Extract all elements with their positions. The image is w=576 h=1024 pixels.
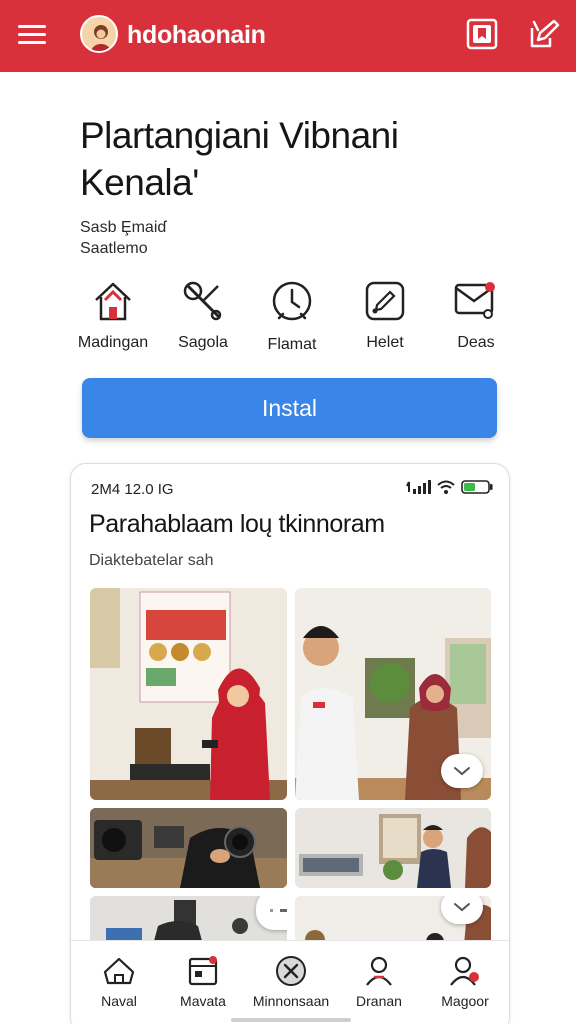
carousel-indicator[interactable] <box>256 896 287 930</box>
app-name: hdohaonain <box>127 21 266 49</box>
person-badge-icon <box>450 956 479 986</box>
nav-item-minnonsaan[interactable]: Minnonsaan <box>243 955 339 1009</box>
person-icon <box>366 956 392 986</box>
quick-action-label: Helet <box>366 334 404 351</box>
quick-action-sagola[interactable]: Sagola <box>158 280 248 352</box>
page-title: Plartangiani Vibnani Kenala' <box>80 115 399 203</box>
top-app-bar: hdohaonain <box>0 0 576 72</box>
nav-label: Naval <box>101 993 137 1009</box>
avatar-logo-icon <box>80 15 118 53</box>
bookmark-icon[interactable] <box>466 18 500 52</box>
tools-icon <box>183 281 222 321</box>
quick-action-label: Deas <box>457 334 495 351</box>
home-icon <box>95 282 131 321</box>
close-circle-icon <box>276 956 306 986</box>
status-time: 2M4 12.0 IG <box>91 481 174 498</box>
subtitle-line-1: Sasb Ȩmaiɗ <box>80 219 167 236</box>
install-button[interactable]: Instal <box>82 378 497 438</box>
battery-icon <box>461 480 493 494</box>
clock-icon <box>272 281 312 321</box>
hamburger-menu-icon[interactable] <box>18 22 46 50</box>
preview-title: Parahablaam loų tkinnoram <box>89 510 385 538</box>
nav-item-naval[interactable]: Naval <box>71 955 167 1009</box>
tour-guide-and-woman-photo[interactable] <box>295 588 491 800</box>
calendar-icon <box>188 956 218 986</box>
house-outline-icon <box>103 957 135 985</box>
quick-action-label: Madingan <box>77 334 149 351</box>
nav-item-magoor[interactable]: Magoor <box>417 955 509 1009</box>
nav-item-mavata[interactable]: Mavata <box>155 955 251 1009</box>
presentation-hijab-woman-photo[interactable] <box>90 588 287 800</box>
phone-preview-card: 2M4 12.0 IG Parahablaam loų tkinnoram Di… <box>70 463 510 1024</box>
office-meeting-photo[interactable] <box>295 808 491 888</box>
quick-action-helet[interactable]: Helet <box>340 280 430 352</box>
nav-label: Magoor <box>441 993 489 1009</box>
quick-action-deas[interactable]: Deas <box>431 280 521 352</box>
nav-item-dranan[interactable]: Dranan <box>331 955 427 1009</box>
nav-label: Minnonsaan <box>252 993 330 1009</box>
camera-equipment-photo[interactable] <box>90 808 287 888</box>
quick-action-label: Sagola <box>178 334 228 351</box>
signal-icon <box>406 480 431 494</box>
quick-action-flamat[interactable]: Flamat <box>247 280 337 354</box>
subtitle-line-2: Saatlemo <box>80 240 148 257</box>
nav-label: Dranan <box>356 993 402 1009</box>
quick-action-madingan[interactable]: Madingan <box>68 280 158 352</box>
wifi-icon <box>437 480 455 494</box>
expand-icon[interactable] <box>441 896 483 924</box>
edit-box-icon <box>365 281 405 321</box>
home-indicator[interactable] <box>231 1018 351 1022</box>
mail-icon <box>454 282 495 319</box>
expand-icon[interactable] <box>441 754 483 788</box>
bottom-navigation: Naval Mavata Minnonsaan Dranan Magoor <box>71 940 509 1024</box>
quick-action-label: Flamat <box>267 336 317 353</box>
nav-label: Mavata <box>180 993 226 1009</box>
edit-icon[interactable] <box>528 18 562 52</box>
preview-subtitle: Diaktebatelar sah <box>89 552 214 569</box>
status-icons <box>405 480 493 494</box>
